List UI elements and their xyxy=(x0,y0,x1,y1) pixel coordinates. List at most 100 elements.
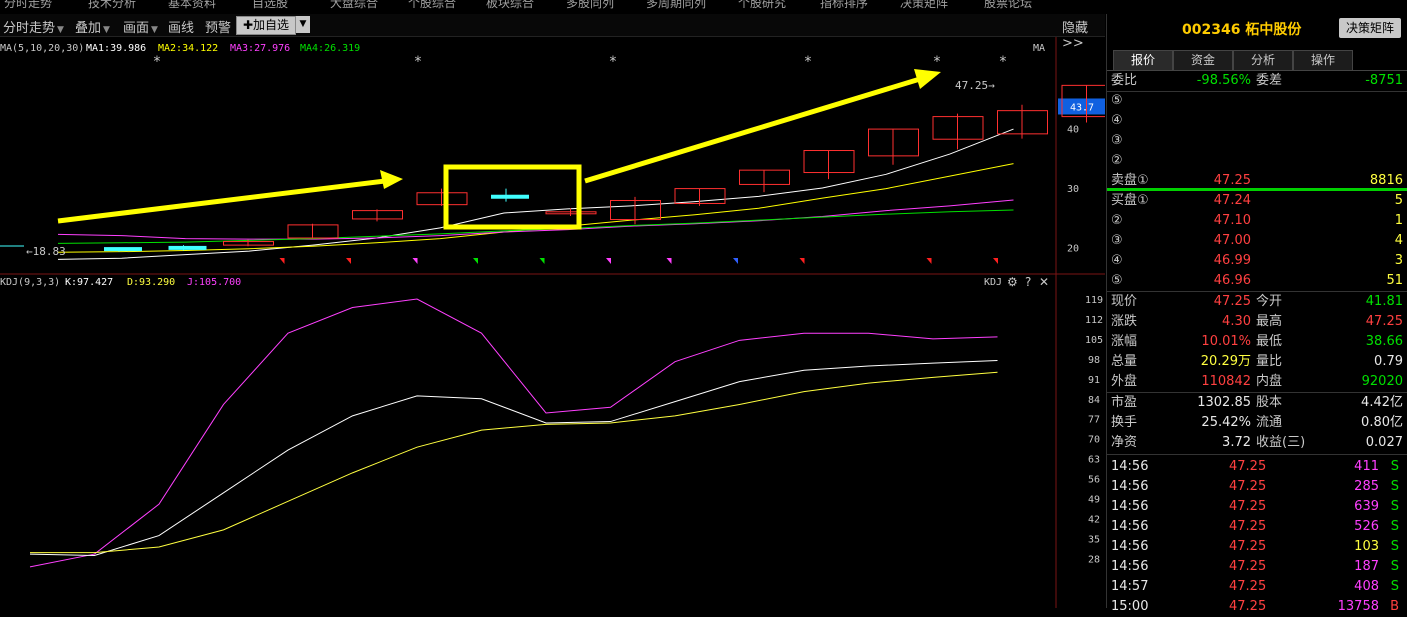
tick-time: 14:56 xyxy=(1111,459,1149,474)
stat-value: 47.25 xyxy=(1213,294,1251,309)
tick-time: 14:57 xyxy=(1111,579,1149,594)
signal-marker xyxy=(606,258,611,264)
stat-label: 总量 xyxy=(1111,354,1138,369)
kdj-tick-label: 35 xyxy=(1088,534,1100,545)
alert-button[interactable]: 预警 xyxy=(205,17,231,36)
stat-label: 收益(三) xyxy=(1256,435,1306,450)
signal-marker xyxy=(346,258,351,264)
stat-value: 92020 xyxy=(1361,374,1403,389)
trend-menu[interactable]: 分时走势 ▼ xyxy=(3,17,64,36)
tick-volume: 526 xyxy=(1354,519,1379,534)
signal-marker xyxy=(666,258,672,264)
stat-value: 4.42亿 xyxy=(1361,395,1403,410)
help-icon[interactable]: ? xyxy=(1025,275,1031,289)
tick-row: 14:56 47.25 285 S xyxy=(1111,477,1403,497)
price-tick-label: 40 xyxy=(1067,125,1079,136)
sell-row: ⑤ xyxy=(1111,91,1403,111)
canvas-menu[interactable]: 画面 ▼ xyxy=(123,17,158,36)
topnav-item[interactable]: 个股综合 xyxy=(408,0,456,11)
chevron-down-icon: ▼ xyxy=(151,25,158,35)
topnav-item[interactable]: 大盘综合 xyxy=(330,0,378,11)
kdj-tick-label: 49 xyxy=(1088,495,1100,506)
topnav-item[interactable]: 板块综合 xyxy=(486,0,534,11)
ma-tag: MA xyxy=(1033,43,1045,54)
kdj-tick-label: 98 xyxy=(1088,355,1100,366)
trend-arrow-head xyxy=(914,69,941,89)
topnav-item[interactable]: 多股同列 xyxy=(566,0,614,11)
decision-matrix-button[interactable]: 决策矩阵 xyxy=(1339,18,1401,38)
buy-row: ④ 46.99 3 xyxy=(1111,251,1403,271)
stat-value: 41.81 xyxy=(1365,294,1403,309)
signal-marker xyxy=(473,258,478,264)
ma-params: MA(5,10,20,30) xyxy=(0,43,84,54)
sell-row: ④ xyxy=(1111,111,1403,131)
kdj-j-label: J:105.700 xyxy=(187,277,241,288)
tab-analysis[interactable]: 分析 xyxy=(1233,50,1293,70)
tick-time: 14:56 xyxy=(1111,519,1149,534)
star-marker: * xyxy=(933,54,941,70)
kdj-tick-label: 77 xyxy=(1088,415,1100,426)
topnav-item[interactable]: 决策矩阵 xyxy=(900,0,948,11)
buy-price: 47.24 xyxy=(1213,193,1251,208)
close-icon[interactable]: ✕ xyxy=(1039,275,1049,289)
tab-quote[interactable]: 报价 xyxy=(1113,50,1173,70)
tick-price: 47.25 xyxy=(1229,599,1267,614)
topnav-item[interactable]: 个股研究 xyxy=(738,0,786,11)
kdj-params: KDJ(9,3,3) xyxy=(0,277,60,288)
buy-level: ⑤ xyxy=(1111,273,1123,288)
stat-value: 110842 xyxy=(1201,374,1251,389)
topnav-item[interactable]: 股票论坛 xyxy=(984,0,1032,11)
weibi-row: 委比 -98.56% 委差 -8751 xyxy=(1111,71,1403,91)
tick-time: 14:56 xyxy=(1111,479,1149,494)
stat-value: 25.42% xyxy=(1201,415,1251,430)
tab-ops[interactable]: 操作 xyxy=(1293,50,1353,70)
overlay-menu-label: 叠加 xyxy=(75,21,102,36)
sell-level: ② xyxy=(1111,153,1123,168)
kdj-tick-label: 112 xyxy=(1085,315,1103,326)
stat-label: 净资 xyxy=(1111,435,1138,450)
trend-menu-label: 分时走势 xyxy=(3,21,56,36)
buy-level: ④ xyxy=(1111,253,1123,268)
high-price-label: 47.25→ xyxy=(955,79,995,92)
topnav-item[interactable]: 自选股 xyxy=(252,0,288,11)
price-tick-label: 20 xyxy=(1067,244,1079,255)
sell-level: ③ xyxy=(1111,133,1123,148)
stat-value: 20.29万 xyxy=(1200,354,1251,369)
stat-label: 最低 xyxy=(1256,334,1283,349)
tab-funds[interactable]: 资金 xyxy=(1173,50,1233,70)
tick-side: S xyxy=(1390,499,1399,514)
tick-price: 47.25 xyxy=(1229,539,1267,554)
kdj-tick-label: 63 xyxy=(1088,455,1100,466)
tick-volume: 285 xyxy=(1354,479,1379,494)
stat-row: 现价 47.25 今开 41.81 xyxy=(1111,292,1403,312)
tick-price: 47.25 xyxy=(1229,519,1267,534)
add-watchlist-button[interactable]: ✚加自选 xyxy=(236,16,296,35)
signal-marker xyxy=(279,258,285,264)
chevron-down-icon: ▼ xyxy=(103,25,110,35)
stat-label: 股本 xyxy=(1256,395,1283,410)
signal-marker xyxy=(993,258,998,264)
topnav-item[interactable]: 指标排序 xyxy=(820,0,868,11)
tick-volume: 187 xyxy=(1354,559,1379,574)
stat-row: 总量 20.29万 量比 0.79 xyxy=(1111,352,1403,372)
topnav-item[interactable]: 基本资料 xyxy=(168,0,216,11)
stat-row: 涨跌 4.30 最高 47.25 xyxy=(1111,312,1403,332)
gear-icon[interactable]: ⚙ xyxy=(1007,275,1018,289)
tick-side: S xyxy=(1390,459,1399,474)
kdj-k-line xyxy=(29,360,998,557)
topnav-item[interactable]: 分时走势 xyxy=(4,0,52,11)
stat-label: 现价 xyxy=(1111,294,1138,309)
topnav-item[interactable]: 多周期同列 xyxy=(646,0,706,11)
topnav-item[interactable]: 技术分析 xyxy=(88,0,136,11)
add-watchlist-dropdown[interactable]: ▼ xyxy=(296,16,310,33)
ma-value-label: MA1:39.986 xyxy=(86,43,146,54)
overlay-menu[interactable]: 叠加 ▼ xyxy=(75,17,110,36)
stat-label: 内盘 xyxy=(1256,374,1283,389)
stock-name: 柘中股份 xyxy=(1245,22,1302,38)
signal-marker xyxy=(799,258,805,264)
star-marker: * xyxy=(804,54,812,70)
draw-line-button[interactable]: 画线 xyxy=(168,17,194,36)
stat-label: 市盈 xyxy=(1111,395,1138,410)
tick-time: 15:00 xyxy=(1111,599,1149,614)
chart-area[interactable]: MA(5,10,20,30) MA1:39.986 MA2:34.122 MA3:27… xyxy=(0,37,1105,608)
